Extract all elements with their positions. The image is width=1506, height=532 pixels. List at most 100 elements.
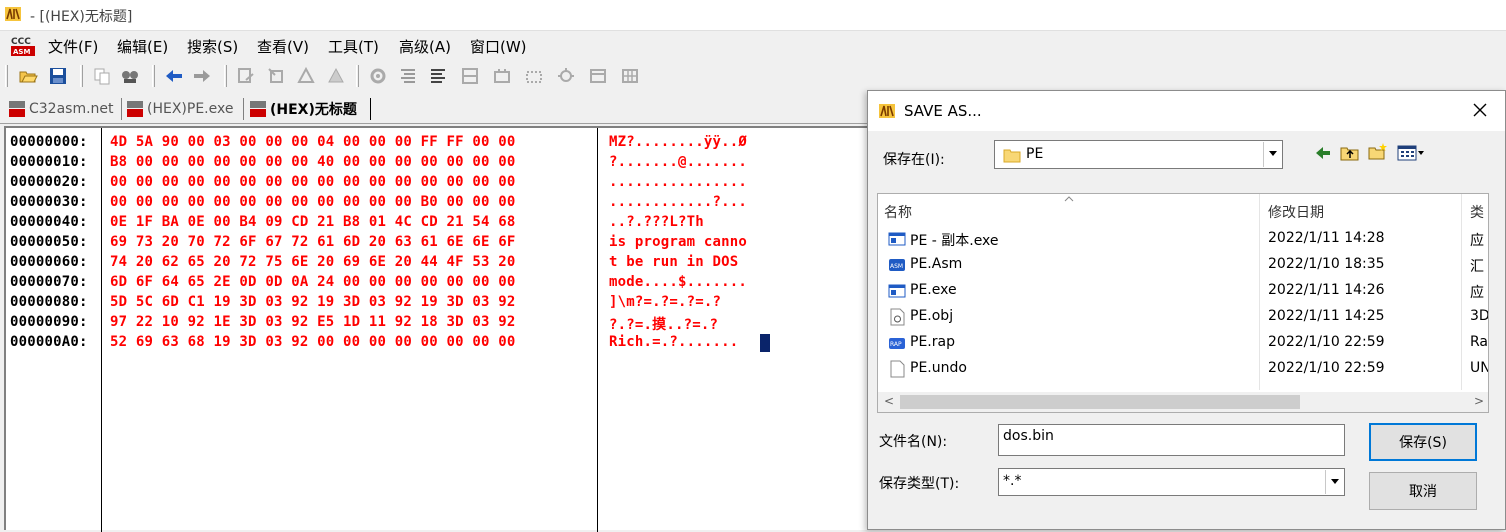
bug-icon[interactable] [556, 66, 576, 86]
hex-ascii[interactable]: ?.?=.摸..?=.? [609, 314, 718, 334]
hex-bytes[interactable]: 69 73 20 70 72 6F 67 72 61 6D 20 63 61 6… [110, 234, 516, 254]
ascii-column-divider [597, 128, 598, 532]
filetype-dropdown[interactable]: *.* [998, 468, 1345, 496]
tab-c32asm[interactable]: C32asm.net [8, 97, 114, 121]
file-name: PE.Asm [910, 256, 963, 272]
toolbar-grip[interactable] [5, 65, 8, 87]
hex-ascii[interactable]: ..?.???L?Th [609, 214, 704, 234]
exe-icon [888, 284, 906, 298]
file-row[interactable]: PE.obj 2022/1/11 14:25 3D [878, 304, 1489, 330]
menu-window[interactable]: 窗口(W) [468, 36, 529, 57]
tool-icon[interactable] [326, 66, 346, 86]
hex-ascii[interactable]: ]\m?=.?=.?=.? [609, 294, 721, 314]
sort-up-icon [1064, 196, 1074, 202]
file-type: Ra [1470, 334, 1488, 350]
grid-icon[interactable] [524, 66, 544, 86]
hex-bytes[interactable]: 74 20 62 65 20 72 75 6E 20 69 6E 20 44 4… [110, 254, 516, 274]
file-list[interactable]: 名称 修改日期 类 PE - 副本.exe 2022/1/11 14:28 应 ASM… [877, 193, 1489, 413]
hex-address: 00000030: [10, 194, 88, 210]
hex-editor[interactable]: 00000000: 4D 5A 90 00 03 00 00 00 04 00 0… [4, 126, 868, 532]
menu-search[interactable]: 搜索(S) [185, 36, 240, 57]
file-row[interactable]: PE.exe 2022/1/11 14:26 应 [878, 278, 1488, 304]
save-in-dropdown[interactable]: PE [994, 140, 1283, 169]
hex-bytes[interactable]: 4D 5A 90 00 03 00 00 00 04 00 00 00 FF F… [110, 134, 516, 154]
title-bar: - [(HEX)无标题] [0, 0, 1506, 30]
hex-bytes[interactable]: 52 69 63 68 19 3D 03 92 00 00 00 00 00 0… [110, 334, 516, 354]
horizontal-scrollbar[interactable]: < > [878, 392, 1488, 412]
hex-ascii[interactable]: Rich.=.?....... [609, 334, 738, 354]
new-folder-icon[interactable] [1368, 142, 1388, 162]
hex-ascii[interactable]: ............?... [609, 194, 747, 214]
column-date[interactable]: 修改日期 [1268, 202, 1324, 222]
tool-icon[interactable] [236, 66, 256, 86]
menu-advanced[interactable]: 高级(A) [397, 36, 453, 57]
app-logo-icon [5, 7, 21, 21]
scroll-thumb[interactable] [900, 395, 1300, 409]
hex-ascii[interactable]: ................ [609, 174, 747, 194]
filename-input[interactable]: dos.bin [998, 424, 1345, 456]
cancel-button[interactable]: 取消 [1369, 472, 1477, 510]
forward-arrow-icon[interactable] [192, 66, 212, 86]
menu-view[interactable]: 查看(V) [255, 36, 311, 57]
scroll-left-icon[interactable]: < [884, 394, 894, 408]
hex-bytes[interactable]: 6D 6F 64 65 2E 0D 0D 0A 24 00 00 00 00 0… [110, 274, 516, 294]
file-date: 2022/1/11 14:28 [1268, 230, 1385, 246]
save-button[interactable]: 保存(S) [1369, 423, 1477, 461]
hex-ascii[interactable]: ?.......@....... [609, 154, 747, 174]
svg-text:RAP: RAP [890, 341, 902, 348]
align-icon[interactable] [428, 66, 448, 86]
toolbar-separator [356, 65, 359, 87]
tab-separator [121, 98, 122, 120]
menu-edit[interactable]: 编辑(E) [115, 36, 170, 57]
close-icon[interactable] [1471, 101, 1489, 119]
hex-ascii[interactable]: is program canno [609, 234, 747, 254]
file-row[interactable]: PE.undo 2022/1/10 22:59 UN [878, 356, 1488, 382]
copy-icon[interactable] [92, 66, 112, 86]
dialog-title-bar: SAVE AS... [868, 91, 1505, 131]
hex-ascii[interactable]: mode....$....... [609, 274, 747, 294]
menu-tools[interactable]: 工具(T) [326, 36, 381, 57]
grid-icon[interactable] [492, 66, 512, 86]
file-type: 应 [1470, 285, 1484, 301]
column-type[interactable]: 类 [1470, 202, 1484, 222]
file-row[interactable]: ASM PE.Asm 2022/1/10 18:35 汇 [878, 252, 1488, 278]
save-as-dialog: SAVE AS... 保存在(I): PE 名称 修改日期 类 PE - 副本.… [867, 90, 1506, 530]
back-arrow-icon[interactable] [164, 66, 184, 86]
up-folder-icon[interactable] [1340, 143, 1360, 163]
file-row[interactable]: RAP PE.rap 2022/1/10 22:59 Ra [878, 330, 1488, 356]
tool-icon[interactable] [266, 66, 286, 86]
chevron-down-icon[interactable] [1325, 470, 1343, 494]
hex-bytes[interactable]: 97 22 10 92 1E 3D 03 92 E5 1D 11 92 18 3… [110, 314, 516, 334]
file-row[interactable]: PE - 副本.exe 2022/1/11 14:28 应 [878, 226, 1488, 252]
tab-hex-untitled[interactable]: (HEX)无标题 [249, 97, 357, 121]
menu-file[interactable]: 文件(F) [46, 36, 100, 57]
back-icon[interactable] [1313, 143, 1333, 163]
tab-hex-pe-exe[interactable]: (HEX)PE.exe [126, 97, 233, 121]
exe-icon [888, 232, 906, 246]
hex-address: 00000040: [10, 214, 88, 230]
hex-bytes[interactable]: 0E 1F BA 0E 00 B4 09 CD 21 B8 01 4C CD 2… [110, 214, 516, 234]
scroll-right-icon[interactable]: > [1474, 394, 1484, 408]
window-icon[interactable] [588, 66, 608, 86]
table-icon[interactable] [620, 66, 640, 86]
file-name: PE - 副本.exe [910, 233, 999, 249]
align-icon[interactable] [398, 66, 418, 86]
hex-ascii[interactable]: t be run in DOS [609, 254, 747, 274]
column-name[interactable]: 名称 [884, 202, 912, 222]
file-type: 3D [1470, 308, 1489, 324]
chevron-down-icon[interactable] [1263, 142, 1281, 167]
hex-bytes[interactable]: 5D 5C 6D C1 19 3D 03 92 19 3D 03 92 19 3… [110, 294, 516, 314]
open-icon[interactable] [18, 66, 38, 86]
hex-ascii[interactable]: MZ?........ÿÿ..Ø [609, 134, 747, 154]
view-menu-icon[interactable] [1397, 143, 1425, 163]
hex-bytes[interactable]: 00 00 00 00 00 00 00 00 00 00 00 00 00 0… [110, 174, 516, 194]
gear-icon[interactable] [368, 66, 388, 86]
rap-icon: RAP [889, 338, 905, 349]
hex-bytes[interactable]: 00 00 00 00 00 00 00 00 00 00 00 00 B0 0… [110, 194, 516, 214]
file-date: 2022/1/10 18:35 [1268, 256, 1385, 272]
tool-icon[interactable] [296, 66, 316, 86]
save-icon[interactable] [48, 66, 68, 86]
find-icon[interactable] [120, 66, 140, 86]
grid-icon[interactable] [460, 66, 480, 86]
hex-bytes[interactable]: B8 00 00 00 00 00 00 00 40 00 00 00 00 0… [110, 154, 516, 174]
